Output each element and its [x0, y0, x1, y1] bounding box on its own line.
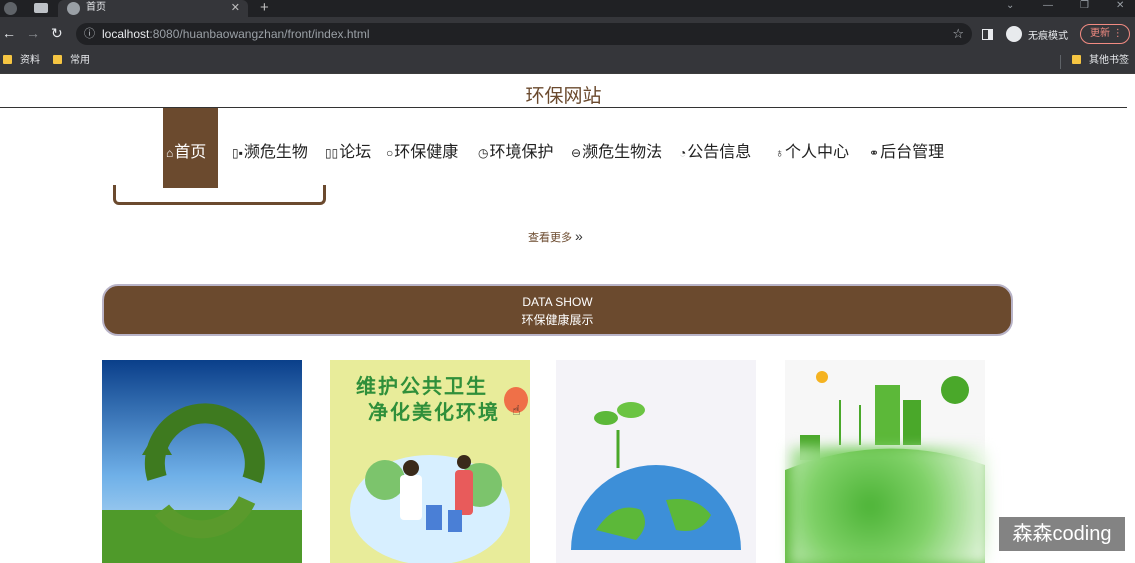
bookmark-label: 常用 [70, 55, 90, 66]
link-icon: ⚭ [869, 146, 880, 160]
tab-title: 首页 [86, 2, 106, 13]
browser-tab-bar: 首页 ✕ + ⌄ — ❐ ✕ [0, 0, 1135, 17]
tab-dropdown-icon[interactable]: ⌄ [1006, 0, 1014, 11]
url-path: :8080/huanbaowangzhan/front/index.html [149, 27, 370, 41]
url-host: localhost [102, 27, 150, 41]
watermark: 森森coding [999, 517, 1125, 551]
menu-item-endangered[interactable]: ▯▪濒危生物 [232, 138, 308, 162]
site-info-icon[interactable]: ⓘ [84, 23, 95, 45]
update-label: 更新 [1090, 28, 1110, 39]
menu-item-forum[interactable]: ▯▯论坛 [325, 138, 371, 162]
folder-icon [53, 55, 62, 64]
bookmark-folder-1[interactable]: 资料 [3, 55, 40, 67]
menu-item-notice[interactable]: ◔公告信息 [679, 138, 751, 162]
page-content: 环保网站 ⌂首页 ▯▪濒危生物 ▯▯论坛 ○环保健康 ◷环境保护 ⊖濒危生物法 … [0, 75, 1135, 563]
menu-label: 濒危生物 [243, 144, 308, 161]
chrome-menu-icon[interactable] [4, 2, 17, 15]
clock-icon: ◷ [478, 146, 489, 160]
side-panel-icon[interactable] [982, 29, 993, 40]
view-more-link[interactable]: 查看更多» [528, 228, 583, 245]
double-chevron-right-icon: » [575, 228, 583, 244]
bookmarks-divider [1060, 55, 1061, 69]
menu-label: 环保健康 [394, 144, 459, 161]
incognito-label[interactable]: 无痕模式 [1028, 27, 1068, 42]
menu-label: 濒危生物法 [582, 144, 663, 161]
incognito-icon[interactable] [1006, 26, 1022, 42]
menu-label: 论坛 [339, 144, 372, 161]
minimize-icon[interactable]: — [1043, 0, 1053, 11]
forward-icon[interactable]: → [26, 25, 40, 41]
menu-item-protection[interactable]: ◷环境保护 [478, 138, 554, 162]
gauge-icon: ◔ [679, 146, 687, 160]
tab-search-icon[interactable] [34, 3, 48, 13]
globe-icon [67, 2, 80, 15]
blurred-overlay [790, 447, 990, 563]
home-icon: ⌂ [166, 146, 174, 160]
menu-label: 公告信息 [687, 144, 752, 161]
new-tab-icon[interactable]: + [260, 0, 269, 16]
banner-subtitle: 环保健康展示 [521, 313, 594, 327]
grid-icon: ▯▪ [232, 146, 243, 160]
bookmark-label: 资料 [20, 55, 40, 66]
other-bookmarks-label: 其他书签 [1089, 55, 1129, 66]
other-bookmarks[interactable]: 其他书签 [1072, 55, 1129, 67]
data-show-banner: DATA SHOW 环保健康展示 [102, 284, 1013, 336]
address-bar[interactable]: ⓘ localhost:8080/huanbaowangzhan/front/i… [76, 23, 972, 45]
back-icon[interactable]: ← [2, 25, 16, 41]
bookmark-folder-2[interactable]: 常用 [53, 55, 90, 67]
menu-label: 环境保护 [489, 144, 554, 161]
poster-illustration [350, 455, 510, 563]
bookmarks-bar: 资料 常用 其他书签 [0, 50, 1135, 74]
folder-icon [1072, 55, 1081, 64]
menu-label: 个人中心 [785, 144, 850, 161]
previous-section-card [113, 185, 326, 205]
close-tab-icon[interactable]: ✕ [231, 0, 240, 16]
user-icon: ♁ [775, 146, 784, 160]
health-card-2[interactable]: 维护公共卫生 净化美化环境 [330, 360, 530, 563]
menu-label: 首页 [174, 144, 207, 161]
health-card-3[interactable] [556, 360, 756, 563]
bookmark-star-icon[interactable]: ☆ [952, 23, 964, 45]
update-button[interactable]: 更新 ⋮ [1080, 24, 1130, 44]
menu-item-home[interactable]: ⌂首页 [166, 138, 206, 162]
menu-item-admin[interactable]: ⚭后台管理 [869, 138, 944, 162]
health-card-1[interactable] [102, 360, 302, 563]
browser-tab[interactable]: 首页 ✕ [58, 0, 248, 17]
banner-title: DATA SHOW [522, 295, 593, 309]
view-more-label: 查看更多 [528, 232, 572, 244]
circle-icon: ○ [386, 146, 394, 160]
reload-icon[interactable]: ↻ [51, 25, 63, 41]
columns-icon: ▯▯ [325, 146, 339, 160]
menu-label: 后台管理 [880, 144, 945, 161]
menu-item-profile[interactable]: ♁个人中心 [775, 138, 849, 162]
browser-toolbar: ← → ↻ ⓘ localhost:8080/huanbaowangzhan/f… [0, 17, 1135, 50]
restore-icon[interactable]: ❐ [1080, 0, 1089, 11]
menu-item-health[interactable]: ○环保健康 [386, 138, 458, 162]
site-title: 环保网站 [525, 86, 602, 107]
hand-cursor-icon: ☝ [512, 402, 521, 418]
close-window-icon[interactable]: ✕ [1116, 0, 1124, 11]
earth-sprout-image [571, 402, 741, 550]
recycle-globe-image [102, 360, 302, 563]
menu-item-law[interactable]: ⊖濒危生物法 [571, 138, 662, 162]
folder-icon [3, 55, 12, 64]
law-icon: ⊖ [571, 146, 582, 160]
